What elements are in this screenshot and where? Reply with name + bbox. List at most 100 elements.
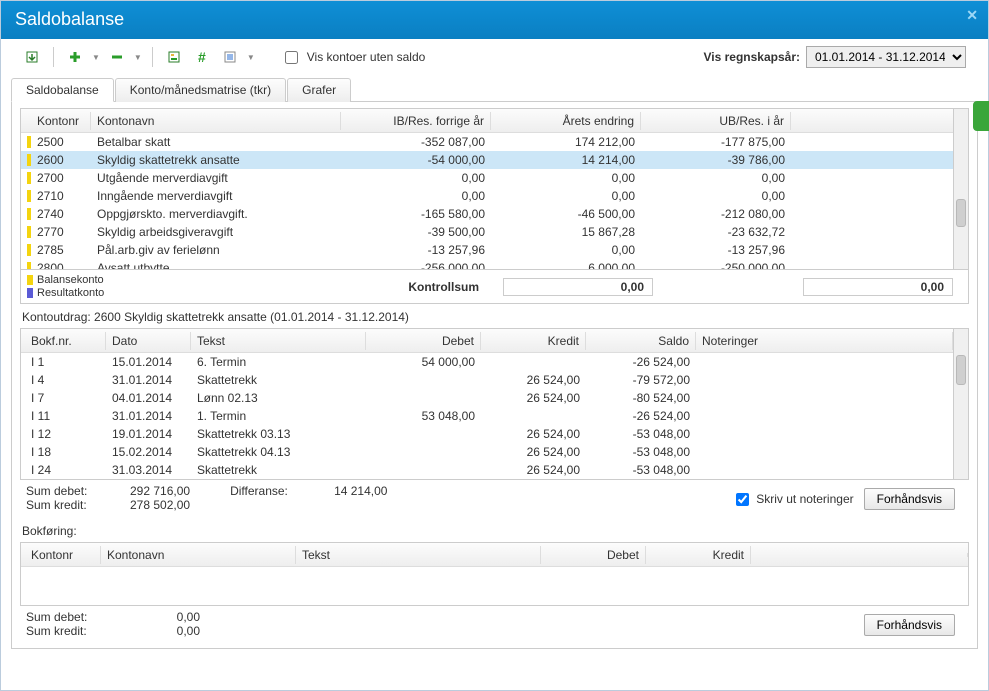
- legend-balanse: Balansekonto: [37, 274, 104, 286]
- balance-marker-icon: [27, 244, 31, 256]
- preview-button[interactable]: Forhåndsvis: [864, 614, 955, 636]
- col-kredit[interactable]: Kredit: [646, 546, 751, 564]
- table-row[interactable]: 2740Oppgjørskto. merverdiavgift.-165 580…: [21, 205, 968, 223]
- sum-debet-value: 292 716,00: [130, 484, 190, 498]
- col-noteringer[interactable]: Noteringer: [696, 332, 953, 350]
- window-title: Saldobalanse: [15, 9, 124, 29]
- add-dropdown-icon[interactable]: ▼: [92, 53, 100, 62]
- legend-resultat: Resultatkonto: [37, 287, 104, 299]
- col-dato[interactable]: Dato: [106, 332, 191, 350]
- balance-marker-icon: [27, 154, 31, 166]
- col-kontonavn[interactable]: Kontonavn: [101, 546, 296, 564]
- show-empty-input[interactable]: [285, 51, 298, 64]
- col-ub[interactable]: UB/Res. i år: [641, 112, 791, 130]
- sum-kredit-value: 278 502,00: [130, 498, 190, 512]
- balance-marker-icon: [27, 190, 31, 202]
- sum-kredit-label: Sum kredit:: [26, 498, 106, 512]
- col-bokf[interactable]: Bokf.nr.: [21, 332, 106, 350]
- show-empty-checkbox[interactable]: Vis kontoer uten saldo: [281, 48, 426, 67]
- col-kredit[interactable]: Kredit: [481, 332, 586, 350]
- table-row[interactable]: 2600Skyldig skattetrekk ansatte-54 000,0…: [21, 151, 968, 169]
- print-notes-label: Skriv ut noteringer: [756, 492, 853, 506]
- toolbar-separator: [53, 47, 54, 67]
- add-icon[interactable]: [64, 46, 86, 68]
- table-row[interactable]: I 1131.01.20141. Termin53 048,00-26 524,…: [21, 407, 968, 425]
- table-row[interactable]: I 1219.01.2014Skattetrekk 03.1326 524,00…: [21, 425, 968, 443]
- balance-marker-icon: [27, 226, 31, 238]
- properties-icon[interactable]: [163, 46, 185, 68]
- table-row[interactable]: 2500Betalbar skatt-352 087,00174 212,00-…: [21, 133, 968, 151]
- grid-accounts-header: Kontonr Kontonavn IB/Res. forrige år Åre…: [21, 109, 968, 133]
- col-debet[interactable]: Debet: [366, 332, 481, 350]
- tab-grafer[interactable]: Grafer: [287, 78, 351, 102]
- col-kontonr[interactable]: Kontonr: [21, 112, 91, 130]
- toolbar-right: Vis regnskapsår: 01.01.2014 - 31.12.2014: [704, 46, 967, 68]
- balance-marker-icon: [27, 136, 31, 148]
- list-icon[interactable]: [219, 46, 241, 68]
- sum-kredit-value: 0,00: [130, 624, 200, 638]
- preview-button[interactable]: Forhåndsvis: [864, 488, 955, 510]
- toolbar: ▼ ▼ # ▼ Vis kontoer uten saldo Vis regns…: [11, 39, 978, 75]
- grid-bokforing-header: Kontonr Kontonavn Tekst Debet Kredit: [21, 543, 968, 567]
- table-row[interactable]: I 115.01.20146. Termin54 000,00-26 524,0…: [21, 353, 968, 371]
- kontrollsum-label: Kontrollsum: [408, 280, 479, 294]
- tab-saldobalanse[interactable]: Saldobalanse: [11, 78, 114, 102]
- sum-kredit-label: Sum kredit:: [26, 624, 106, 638]
- grid-bokforing: Kontonr Kontonavn Tekst Debet Kredit: [20, 542, 969, 606]
- col-debet[interactable]: Debet: [541, 546, 646, 564]
- close-icon[interactable]: ✕: [966, 7, 978, 24]
- export-icon[interactable]: [21, 46, 43, 68]
- kontrollsum-ib: 0,00: [503, 278, 653, 296]
- table-row[interactable]: 2700Utgående merverdiavgift0,000,000,00: [21, 169, 968, 187]
- sum-debet-label: Sum debet:: [26, 610, 106, 624]
- table-row[interactable]: I 2431.03.2014Skattetrekk26 524,00-53 04…: [21, 461, 968, 479]
- table-row[interactable]: 2710Inngående merverdiavgift0,000,000,00: [21, 187, 968, 205]
- grid-extract-body: I 115.01.20146. Termin54 000,00-26 524,0…: [21, 353, 968, 479]
- col-kontonr[interactable]: Kontonr: [21, 546, 101, 564]
- year-label: Vis regnskapsår:: [704, 50, 801, 64]
- print-notes-checkbox[interactable]: Skriv ut noteringer: [732, 490, 853, 509]
- show-empty-label: Vis kontoer uten saldo: [307, 50, 426, 64]
- sum-debet-label: Sum debet:: [26, 484, 106, 498]
- extract-title: Kontoutdrag: 2600 Skyldig skattetrekk an…: [22, 310, 967, 324]
- panel-saldobalanse: Kontonr Kontonavn IB/Res. forrige år Åre…: [11, 102, 978, 649]
- window-saldobalanse: Saldobalanse ✕ ▼ ▼ # ▼: [0, 0, 989, 691]
- balance-marker-icon: [27, 208, 31, 220]
- col-ib[interactable]: IB/Res. forrige år: [341, 112, 491, 130]
- table-row[interactable]: I 1815.02.2014Skattetrekk 04.1326 524,00…: [21, 443, 968, 461]
- bokforing-summary: Sum debet: 0,00 Sum kredit: 0,00: [20, 606, 969, 640]
- tab-bar: Saldobalanse Konto/månedsmatrise (tkr) G…: [11, 77, 978, 102]
- col-kontonavn[interactable]: Kontonavn: [91, 112, 341, 130]
- table-row[interactable]: 2785Pål.arb.giv av ferielønn-13 257,960,…: [21, 241, 968, 259]
- col-endring[interactable]: Årets endring: [491, 112, 641, 130]
- list-dropdown-icon[interactable]: ▼: [247, 53, 255, 62]
- grid-extract: Bokf.nr. Dato Tekst Debet Kredit Saldo N…: [20, 328, 969, 480]
- tab-matrise[interactable]: Konto/månedsmatrise (tkr): [115, 78, 286, 102]
- diff-value: 14 214,00: [334, 484, 387, 498]
- sum-debet-value: 0,00: [130, 610, 200, 624]
- scrollbar[interactable]: [953, 329, 968, 479]
- hash-icon[interactable]: #: [191, 46, 213, 68]
- side-collapse-tab[interactable]: [973, 101, 989, 131]
- col-tekst[interactable]: Tekst: [191, 332, 366, 350]
- toolbar-separator: [152, 47, 153, 67]
- year-select[interactable]: 01.01.2014 - 31.12.2014: [806, 46, 966, 68]
- balance-marker-icon: [27, 172, 31, 184]
- remove-icon[interactable]: [106, 46, 128, 68]
- remove-dropdown-icon[interactable]: ▼: [134, 53, 142, 62]
- grid-accounts: Kontonr Kontonavn IB/Res. forrige år Åre…: [20, 108, 969, 304]
- legend: Balansekonto Resultatkonto: [21, 272, 110, 301]
- grid-extract-header: Bokf.nr. Dato Tekst Debet Kredit Saldo N…: [21, 329, 968, 353]
- content-area: ▼ ▼ # ▼ Vis kontoer uten saldo Vis regns…: [1, 39, 988, 659]
- table-row[interactable]: 2770Skyldig arbeidsgiveravgift-39 500,00…: [21, 223, 968, 241]
- kontrollsum-ub: 0,00: [803, 278, 953, 296]
- col-tekst[interactable]: Tekst: [296, 546, 541, 564]
- print-notes-input[interactable]: [736, 493, 749, 506]
- grid-accounts-body: 2500Betalbar skatt-352 087,00174 212,00-…: [21, 133, 968, 277]
- kontrollsum: Kontrollsum 0,00 0,00: [408, 278, 953, 296]
- bokforing-title: Bokføring:: [22, 524, 967, 538]
- table-row[interactable]: I 431.01.2014Skattetrekk26 524,00-79 572…: [21, 371, 968, 389]
- titlebar: Saldobalanse ✕: [1, 1, 988, 39]
- table-row[interactable]: I 704.01.2014Lønn 02.1326 524,00-80 524,…: [21, 389, 968, 407]
- col-saldo[interactable]: Saldo: [586, 332, 696, 350]
